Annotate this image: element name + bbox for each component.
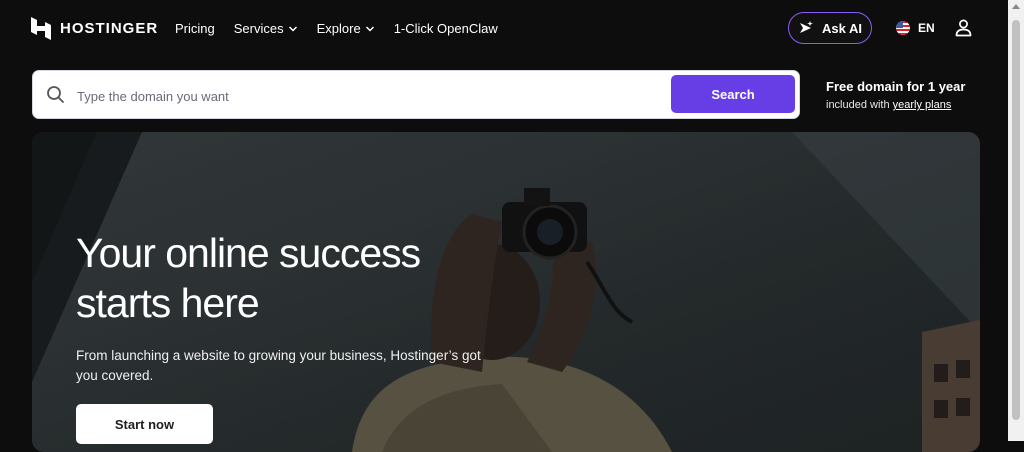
nav-label: Pricing	[175, 21, 215, 36]
nav-label: 1-Click OpenClaw	[393, 21, 498, 36]
page-scrollbar[interactable]	[1008, 0, 1024, 441]
promo-sub-prefix: included with	[826, 99, 893, 111]
nav-item-explore[interactable]: Explore	[317, 21, 375, 36]
promo-title: Free domain for 1 year	[826, 79, 966, 94]
main-nav: Pricing Services Explore 1-Click OpenCla…	[175, 21, 498, 36]
hero-subtitle: From launching a website to growing your…	[76, 348, 481, 383]
promo-subtitle: included with yearly plans	[826, 99, 965, 111]
domain-search-box: Search	[32, 70, 800, 119]
sparkle-icon	[800, 21, 813, 33]
nav-label: Explore	[316, 21, 361, 36]
hostinger-logo-icon	[31, 17, 51, 40]
brand-name: HOSTINGER	[60, 20, 159, 37]
scroll-up-arrow-icon[interactable]	[1012, 4, 1020, 9]
us-flag-icon	[896, 21, 910, 35]
nav-item-openclaw[interactable]: 1-Click OpenClaw	[394, 21, 498, 36]
search-button[interactable]: Search	[671, 75, 795, 113]
site-header: HOSTINGER Pricing Services Explore 1-Cli…	[0, 0, 1008, 58]
hero-banner: Your online success starts here From lau…	[32, 132, 980, 452]
yearly-plans-link[interactable]: yearly plans	[893, 99, 952, 111]
domain-search-input[interactable]	[75, 83, 659, 109]
user-icon[interactable]	[955, 19, 972, 37]
chevron-down-icon	[288, 25, 297, 32]
ask-ai-label: Ask AI	[822, 20, 862, 36]
chevron-down-icon	[365, 25, 374, 32]
language-label: EN	[918, 21, 935, 35]
language-selector[interactable]: EN	[896, 21, 935, 35]
hero-title: Your online success starts here	[76, 230, 421, 326]
nav-item-pricing[interactable]: Pricing	[175, 21, 215, 36]
hostinger-logo[interactable]: HOSTINGER	[31, 17, 158, 40]
nav-item-services[interactable]: Services	[234, 21, 298, 36]
ask-ai-button[interactable]: Ask AI	[788, 12, 872, 44]
scrollbar-thumb[interactable]	[1012, 20, 1020, 420]
start-now-button[interactable]: Start now	[76, 404, 213, 444]
search-icon	[47, 86, 64, 103]
nav-label: Services	[233, 21, 284, 36]
free-domain-promo: Free domain for 1 year included with yea…	[826, 79, 965, 111]
